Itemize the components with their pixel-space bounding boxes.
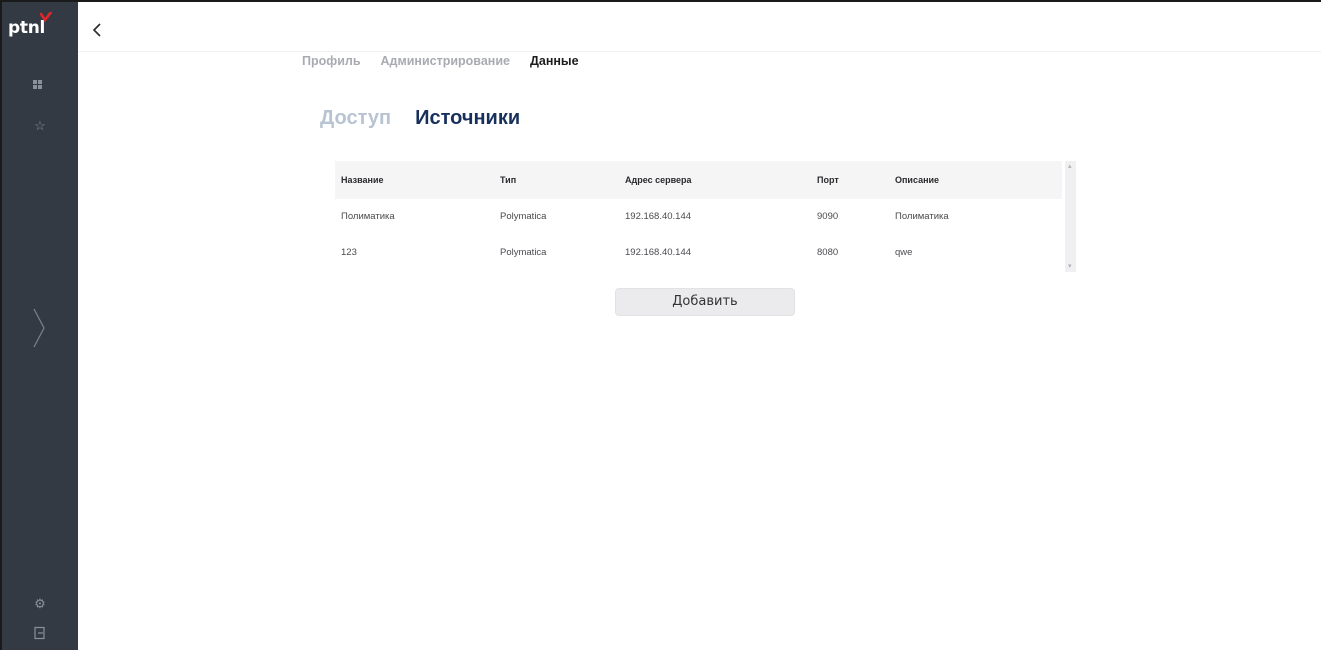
table-header: Название Тип Адрес сервера Порт Описание bbox=[335, 161, 1062, 199]
cell-name: 123 bbox=[341, 247, 357, 258]
cell-description: Полиматика bbox=[895, 211, 949, 222]
table-scrollbar[interactable]: ▴ ▾ bbox=[1065, 161, 1076, 272]
logout-icon[interactable] bbox=[32, 626, 48, 640]
add-source-button[interactable]: Добавить bbox=[615, 288, 795, 316]
table-row[interactable]: Полиматика Polymatica 192.168.40.144 909… bbox=[335, 199, 1062, 235]
scroll-up-icon[interactable]: ▴ bbox=[1068, 163, 1073, 170]
table-row[interactable]: 123 Polymatica 192.168.40.144 8080 qwe bbox=[335, 235, 1062, 271]
cell-port: 9090 bbox=[817, 211, 839, 222]
scroll-down-icon[interactable]: ▾ bbox=[1068, 263, 1073, 270]
logo[interactable]: ptnl bbox=[8, 12, 52, 38]
column-header-name[interactable]: Название bbox=[341, 175, 383, 185]
dashboard-icon[interactable] bbox=[33, 80, 42, 89]
column-header-type[interactable]: Тип bbox=[500, 175, 516, 185]
cell-description: qwe bbox=[895, 247, 913, 258]
cell-server-address: 192.168.40.144 bbox=[625, 211, 692, 222]
cell-server-address: 192.168.40.144 bbox=[625, 247, 692, 258]
column-header-port[interactable]: Порт bbox=[817, 175, 839, 185]
tab-administration[interactable]: Администрирование bbox=[381, 54, 510, 68]
app-window: ptnl ☆ ⚙ Профиль Администрирование Данны… bbox=[0, 0, 1321, 650]
logo-checkmark-icon bbox=[40, 12, 52, 22]
top-bar bbox=[78, 2, 1321, 52]
tab-profile[interactable]: Профиль bbox=[302, 54, 361, 68]
sources-table: Название Тип Адрес сервера Порт Описание… bbox=[335, 161, 1062, 272]
sub-tabs: Доступ Источники bbox=[320, 107, 544, 130]
sidebar: ptnl ☆ ⚙ bbox=[2, 2, 78, 650]
main-nav: Профиль Администрирование Данные bbox=[302, 54, 599, 68]
column-header-server-address[interactable]: Адрес сервера bbox=[625, 175, 692, 185]
tab-data[interactable]: Данные bbox=[530, 54, 579, 68]
subtab-sources[interactable]: Источники bbox=[415, 107, 520, 130]
cell-name: Полиматика bbox=[341, 211, 395, 222]
cell-type: Polymatica bbox=[500, 247, 547, 258]
expand-chevron-icon[interactable] bbox=[31, 307, 47, 349]
subtab-access[interactable]: Доступ bbox=[320, 107, 391, 130]
column-header-description[interactable]: Описание bbox=[895, 175, 939, 185]
collapse-sidebar-chevron-icon[interactable] bbox=[89, 20, 105, 40]
settings-gear-icon[interactable]: ⚙ bbox=[32, 597, 48, 611]
cell-port: 8080 bbox=[817, 247, 839, 258]
cell-type: Polymatica bbox=[500, 211, 547, 222]
star-icon[interactable]: ☆ bbox=[32, 119, 48, 133]
